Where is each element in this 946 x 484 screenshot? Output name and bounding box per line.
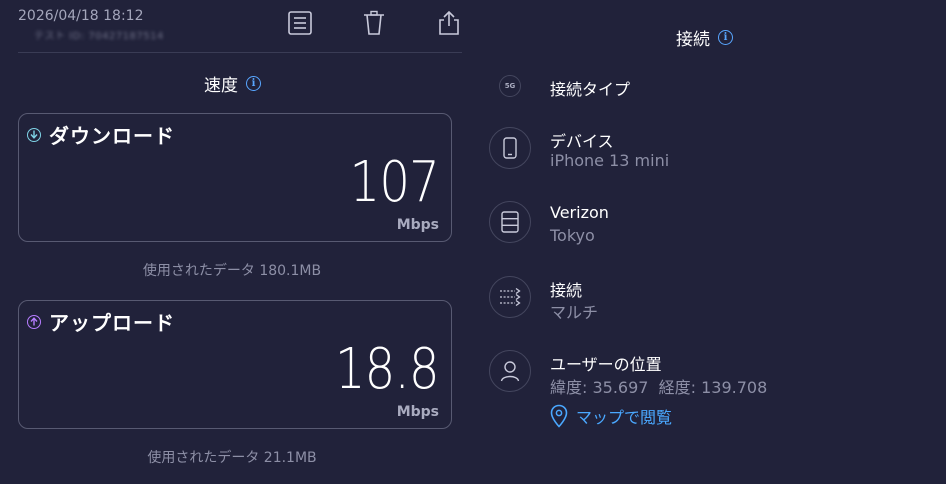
device-label: デバイス bbox=[550, 132, 614, 151]
download-data-used: 使用されたデータ 180.1MB bbox=[142, 263, 322, 279]
upload-unit: Mbps bbox=[396, 404, 439, 420]
server-icon bbox=[489, 201, 531, 243]
info-icon[interactable]: i bbox=[718, 30, 733, 45]
phone-icon bbox=[489, 127, 531, 169]
upload-data-used: 使用されたデータ 21.1MB bbox=[147, 450, 317, 466]
upload-label: アップロード bbox=[49, 311, 175, 335]
map-pin-icon bbox=[550, 404, 568, 428]
connection-mode-label: 接続 bbox=[550, 281, 583, 300]
header-divider bbox=[18, 52, 462, 53]
5g-icon: 5G bbox=[499, 75, 521, 97]
view-map-link[interactable]: マップで閲覧 bbox=[550, 404, 672, 428]
upload-arrow-icon bbox=[27, 314, 41, 329]
speed-section-title: 速度 i bbox=[204, 71, 261, 96]
provider-label: Verizon bbox=[550, 203, 609, 222]
test-id: テスト ID: 70427187514 bbox=[34, 31, 164, 42]
connection-section-title: 接続 i bbox=[676, 25, 733, 50]
user-location-label: ユーザーの位置 bbox=[550, 355, 662, 374]
user-coordinates: 緯度: 35.697 経度: 139.708 bbox=[550, 378, 768, 397]
download-unit: Mbps bbox=[396, 217, 439, 233]
server-location: Tokyo bbox=[550, 226, 595, 245]
upload-card: アップロード 18.8 Mbps bbox=[18, 300, 452, 429]
multi-connection-icon bbox=[489, 276, 531, 318]
connection-title-text: 接続 bbox=[676, 30, 710, 50]
connection-type-label: 接続タイプ bbox=[550, 80, 631, 99]
download-value: 107 bbox=[349, 150, 440, 215]
share-icon[interactable] bbox=[435, 9, 463, 37]
download-card: ダウンロード 107 Mbps bbox=[18, 113, 452, 242]
connection-mode-value: マルチ bbox=[550, 303, 599, 322]
timestamp: 2026/04/18 18:12 bbox=[18, 8, 144, 24]
device-model: iPhone 13 mini bbox=[550, 151, 670, 170]
download-arrow-icon bbox=[27, 127, 41, 142]
download-label: ダウンロード bbox=[49, 124, 175, 148]
list-icon[interactable] bbox=[286, 9, 314, 37]
upload-value: 18.8 bbox=[335, 337, 440, 402]
trash-icon[interactable] bbox=[360, 9, 388, 37]
user-icon bbox=[489, 350, 531, 392]
info-icon[interactable]: i bbox=[246, 76, 261, 91]
view-map-label: マップで閲覧 bbox=[576, 408, 673, 427]
speed-title-text: 速度 bbox=[204, 76, 238, 96]
